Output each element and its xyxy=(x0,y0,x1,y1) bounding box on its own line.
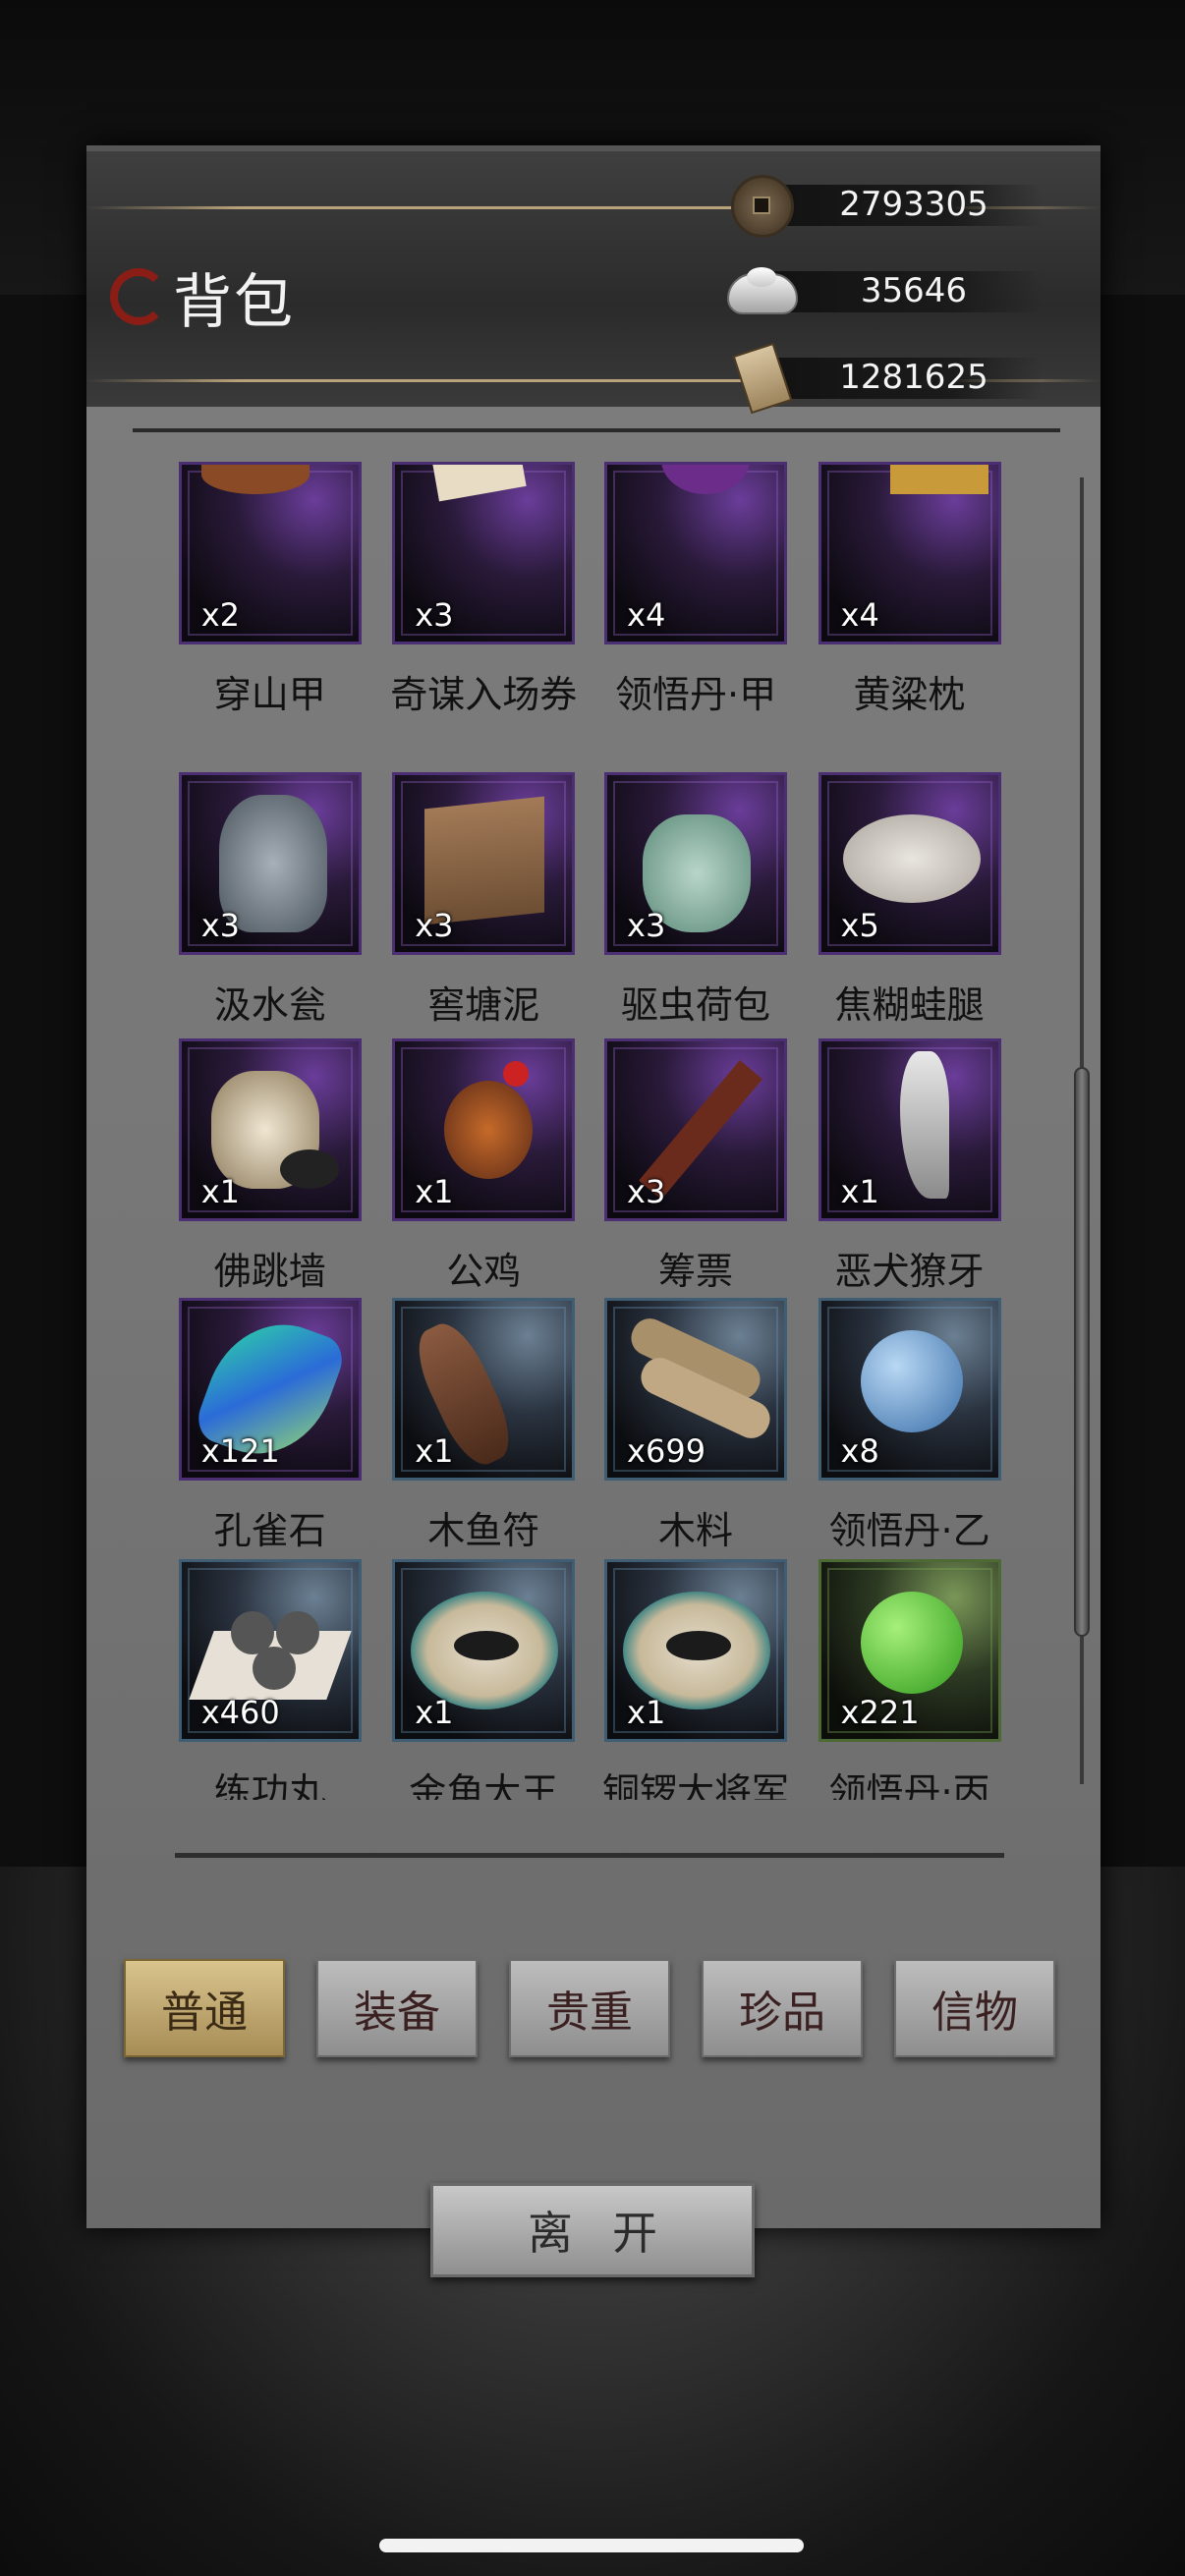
scrollbar-thumb[interactable] xyxy=(1074,1067,1090,1637)
inventory-slot[interactable]: x1 xyxy=(178,1037,362,1221)
divider xyxy=(175,1853,1004,1858)
inventory-slot[interactable]: x221 xyxy=(818,1559,1001,1743)
inventory-slot[interactable]: x1 xyxy=(604,1559,788,1743)
item-quantity: x699 xyxy=(627,1432,706,1471)
currency-ticket: 1281625 xyxy=(727,342,1042,415)
item-quantity: x3 xyxy=(415,595,454,634)
item-quantity: x1 xyxy=(840,1172,879,1210)
tab-common[interactable]: 普通 xyxy=(124,1959,285,2057)
item-name: 公鸡 xyxy=(446,1249,522,1293)
item-name: 筹票 xyxy=(658,1249,734,1293)
item-quantity: x3 xyxy=(627,1172,666,1210)
divider xyxy=(133,428,1060,432)
item-quantity: x1 xyxy=(415,1432,454,1471)
inventory-slot[interactable]: x2 xyxy=(178,462,362,644)
item-name: 窖塘泥 xyxy=(427,982,540,1027)
silver-ingot-icon xyxy=(727,261,798,320)
leave-button[interactable]: 离开 xyxy=(430,2183,755,2277)
inventory-slot[interactable]: x3 xyxy=(392,771,576,955)
tab-valuables[interactable]: 贵重 xyxy=(509,1959,670,2057)
item-quantity: x1 xyxy=(415,1172,454,1210)
inventory-slot[interactable]: x1 xyxy=(818,1037,1001,1221)
currency-silver: 35646 xyxy=(727,261,1042,320)
inventory-slot[interactable]: x3 xyxy=(178,771,362,955)
item-quantity: x121 xyxy=(200,1432,280,1471)
item-name: 领悟丹·丙 xyxy=(828,1770,990,1800)
tab-equipment[interactable]: 装备 xyxy=(316,1959,478,2057)
ticket-value: 1281625 xyxy=(839,358,988,397)
copper-value: 2793305 xyxy=(839,185,988,224)
item-name: 木料 xyxy=(658,1509,734,1553)
silver-value: 35646 xyxy=(860,271,968,310)
item-quantity: x3 xyxy=(200,906,241,944)
item-name: 领悟丹·乙 xyxy=(828,1509,990,1553)
page-title-text: 背包 xyxy=(173,267,295,337)
inventory-slot[interactable]: x4 xyxy=(604,462,788,644)
item-quantity: x4 xyxy=(840,595,879,634)
currency-copper: 2793305 xyxy=(727,175,1042,238)
item-name: 领悟丹·甲 xyxy=(615,672,777,716)
inventory-slot[interactable]: x1 xyxy=(392,1298,576,1482)
item-name: 焦糊蛙腿 xyxy=(834,982,985,1027)
item-name: 穿山甲 xyxy=(213,672,326,716)
scroll-ticket-icon xyxy=(727,342,796,415)
item-name: 佛跳墙 xyxy=(213,1249,326,1293)
inventory-slot[interactable]: x460 xyxy=(178,1559,362,1743)
item-name: 练功丸 xyxy=(213,1770,326,1800)
inventory-slot[interactable]: x8 xyxy=(818,1298,1001,1482)
item-quantity: x2 xyxy=(200,595,241,634)
item-quantity: x221 xyxy=(840,1694,920,1732)
tab-tokens[interactable]: 信物 xyxy=(894,1959,1055,2057)
inventory-slot[interactable]: x1 xyxy=(392,1559,576,1743)
item-name: 汲水瓮 xyxy=(213,982,326,1027)
home-indicator[interactable] xyxy=(379,2539,804,2552)
item-quantity: x8 xyxy=(840,1432,879,1471)
item-name: 铜锣大将军 xyxy=(602,1770,790,1800)
item-name: 驱虫荷包 xyxy=(621,982,771,1027)
item-name: 恶犬獠牙 xyxy=(834,1249,985,1293)
tab-treasures[interactable]: 珍品 xyxy=(702,1959,863,2057)
item-quantity: x1 xyxy=(415,1694,454,1732)
item-name: 金角大王 xyxy=(409,1770,559,1800)
inventory-slot[interactable]: x699 xyxy=(604,1298,788,1482)
inventory-slot[interactable]: x121 xyxy=(178,1298,362,1482)
item-quantity: x3 xyxy=(415,906,454,944)
item-quantity: x3 xyxy=(627,906,666,944)
item-quantity: x5 xyxy=(840,906,879,944)
inventory-slot[interactable]: x4 xyxy=(818,462,1001,644)
item-name: 孔雀石 xyxy=(213,1509,326,1553)
inventory-slot[interactable]: x3 xyxy=(392,462,576,644)
item-name: 黄粱枕 xyxy=(853,672,966,716)
item-name: 木鱼符 xyxy=(427,1509,540,1553)
copper-coin-icon xyxy=(727,175,796,238)
page-title: 背包 xyxy=(110,257,295,337)
item-quantity: x1 xyxy=(200,1172,241,1210)
swirl-icon xyxy=(110,268,167,325)
category-tabs: 普通 装备 贵重 珍品 信物 xyxy=(124,1959,1057,2061)
inventory-slot[interactable]: x3 xyxy=(604,1037,788,1221)
inventory-slot[interactable]: x5 xyxy=(818,771,1001,955)
item-name: 奇谋入场券 xyxy=(390,672,578,716)
inventory-slot[interactable]: x3 xyxy=(604,771,788,955)
item-quantity: x1 xyxy=(627,1694,666,1732)
item-quantity: x460 xyxy=(200,1694,280,1732)
inventory-slot[interactable]: x1 xyxy=(392,1037,576,1221)
item-quantity: x4 xyxy=(627,595,666,634)
inventory-grid[interactable]: x2 穿山甲 x3 奇谋入场券 x4 领悟丹·甲 x4 黄粱枕 x3 汲水瓮 x3 窖塘泥 x3 驱虫荷包… xyxy=(157,462,1022,1800)
